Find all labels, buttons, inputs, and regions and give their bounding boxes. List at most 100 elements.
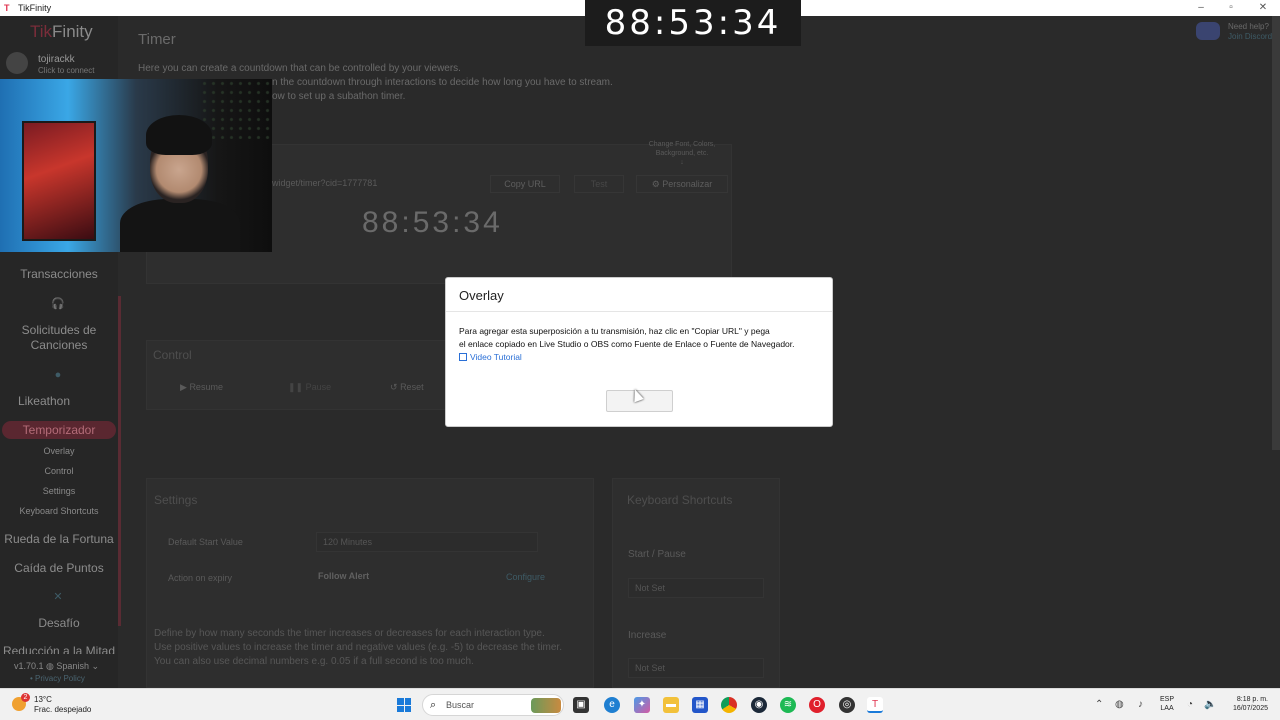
settings-help-3: You can also use decimal numbers e.g. 0.…	[154, 656, 474, 667]
expiry-label: Action on expiry	[168, 573, 233, 583]
help-discord[interactable]: Need help? Join Discord	[1196, 20, 1276, 46]
volume-icon[interactable]: 🔈	[1204, 699, 1216, 710]
sidebar-item-reduccion[interactable]: Reducción a la Mitad	[0, 644, 118, 654]
shortcuts-title: Keyboard Shortcuts	[627, 493, 733, 507]
tikfinity-taskbar-icon[interactable]: T	[867, 697, 883, 713]
chevron-down-icon: ⌄	[91, 661, 100, 671]
pause-icon: ❚❚	[288, 382, 304, 392]
webcam-person-hair	[146, 115, 212, 155]
settings-help-1: Define by how many seconds the timer inc…	[154, 628, 545, 639]
spotify-icon[interactable]: ≋	[780, 697, 796, 713]
overlay-url: widget/timer?cid=1777781	[272, 178, 378, 188]
system-clock[interactable]: 8:18 p. m. 16/07/2025	[1222, 695, 1268, 713]
privacy-link[interactable]: • Privacy Policy	[30, 674, 85, 683]
increase-select[interactable]: Not Set	[628, 658, 764, 678]
file-explorer-icon[interactable]: ▬	[663, 697, 679, 713]
language-indicator[interactable]: ESP LAA	[1160, 695, 1174, 713]
sidebar-sub-settings[interactable]: Settings	[0, 486, 118, 496]
sword-icon: ✕	[53, 591, 63, 603]
window-title: TikFinity	[18, 3, 52, 13]
default-start-input[interactable]: 120 Minutes	[316, 532, 538, 552]
discord-icon	[1196, 22, 1220, 40]
sidebar-item-rueda[interactable]: Rueda de la Fortuna	[0, 532, 118, 547]
reset-button[interactable]: ↺ Reset	[390, 376, 424, 398]
modal-title: Overlay	[459, 288, 504, 303]
avatar	[6, 52, 28, 74]
version-info: v1.70.1 ◍ Spanish ⌄	[14, 661, 100, 671]
username: tojirackk	[38, 54, 75, 65]
overlay-modal: Overlay Para agregar esta superposición …	[445, 277, 833, 427]
edge-icon[interactable]: e	[604, 697, 620, 713]
restore-icon[interactable]: ▫	[1216, 0, 1246, 16]
sidebar-item-desafio[interactable]: Desafío	[0, 616, 118, 631]
weather-widget[interactable]: 2 13°C Frac. despejado	[12, 693, 112, 717]
expiry-value[interactable]: Follow Alert	[318, 571, 369, 581]
page-description-1: Here you can create a countdown that can…	[138, 63, 461, 74]
resume-button[interactable]: ▶ Resume	[180, 376, 223, 398]
play-icon: ▶	[180, 382, 187, 392]
control-title: Control	[153, 348, 192, 362]
taskbar-search[interactable]: ⌕ Buscar	[422, 694, 564, 716]
settings-help-2: Use positive values to increase the time…	[154, 642, 562, 653]
connect-link[interactable]: Click to connect	[38, 66, 94, 75]
wifi-icon[interactable]: ◔	[1187, 699, 1193, 710]
webcam-poster	[22, 121, 96, 241]
customize-button[interactable]: ⚙ Personalizar	[636, 175, 728, 193]
modal-text-2: el enlace copiado en Live Studio o OBS c…	[459, 339, 795, 349]
headphones-icon: 🎧	[51, 298, 65, 310]
start-pause-label: Start / Pause	[628, 549, 686, 560]
network-app-icon[interactable]: ◍	[1115, 699, 1124, 710]
chevron-up-icon[interactable]: ⌃	[1095, 699, 1103, 710]
minimize-icon[interactable]: –	[1186, 0, 1216, 16]
webcam-person-body	[120, 199, 240, 252]
search-highlight-icon	[531, 698, 561, 713]
sidebar-item-likeathon[interactable]: Likeathon	[0, 394, 88, 409]
chrome-icon[interactable]	[721, 697, 737, 713]
start-pause-select[interactable]: Not Set	[628, 578, 764, 598]
sidebar-sub-shortcuts[interactable]: Keyboard Shortcuts	[0, 506, 118, 516]
modal-header: Overlay	[446, 278, 832, 312]
windows-start-icon[interactable]	[397, 698, 411, 712]
close-icon[interactable]: ✕	[1248, 0, 1278, 16]
expiry-configure-link[interactable]: Configure	[506, 572, 545, 582]
opera-icon[interactable]: O	[809, 697, 825, 713]
sidebar-item-solicitudes[interactable]: Solicitudes de Canciones	[0, 323, 118, 353]
page-description-2: n the countdown through interactions to …	[272, 77, 613, 88]
timer-preview: 88:53:34	[362, 206, 503, 239]
webcam-overlay	[0, 79, 272, 252]
page-scrollbar[interactable]	[1272, 16, 1280, 450]
sidebar-item-caida[interactable]: Caída de Puntos	[0, 561, 118, 576]
steam-icon[interactable]: ◉	[751, 697, 767, 713]
tikfinity-icon: T	[4, 3, 10, 13]
customize-hint: Change Font, Colors, Background, etc. ↓	[648, 141, 716, 166]
page-description-3: ow to set up a subathon timer.	[272, 91, 406, 102]
increase-label: Increase	[628, 630, 667, 641]
language-select[interactable]: Spanish	[56, 661, 89, 671]
user-profile[interactable]: tojirackk Click to connect	[6, 52, 116, 78]
obs-icon[interactable]: ◎	[839, 697, 855, 713]
sidebar-sub-overlay[interactable]: Overlay	[0, 446, 118, 456]
taskbar: 2 13°C Frac. despejado ⌕ Buscar ▣ e ✦ ▬ …	[0, 688, 1280, 720]
microphone-icon[interactable]: ♪	[1138, 699, 1143, 710]
modal-text-1: Para agregar esta superposición a tu tra…	[459, 326, 770, 336]
task-view-icon[interactable]: ▣	[573, 697, 589, 713]
sidebar-item-transacciones[interactable]: Transacciones	[0, 267, 118, 282]
copilot-icon[interactable]: ✦	[634, 697, 650, 713]
gamepad-icon: ●	[54, 369, 62, 381]
test-button[interactable]: Test	[574, 175, 624, 193]
sidebar-sub-control[interactable]: Control	[0, 466, 118, 476]
gear-icon: ⚙	[651, 179, 660, 189]
reset-icon: ↺	[390, 382, 398, 392]
search-icon: ⌕	[430, 699, 437, 711]
store-icon[interactable]: ▦	[692, 697, 708, 713]
logo: TikFinity	[30, 22, 93, 41]
default-start-label: Default Start Value	[168, 537, 243, 547]
pause-button[interactable]: ❚❚ Pause	[288, 376, 331, 398]
external-link-icon	[459, 353, 467, 361]
sidebar-item-temporizador[interactable]: Temporizador	[2, 421, 116, 439]
sidebar-scrollbar[interactable]	[118, 296, 121, 626]
stream-timer: 88:53:34	[585, 0, 801, 46]
settings-title: Settings	[154, 493, 198, 507]
copy-url-button[interactable]: Copy URL	[490, 175, 560, 193]
video-tutorial-link[interactable]: Video Tutorial	[459, 352, 522, 362]
